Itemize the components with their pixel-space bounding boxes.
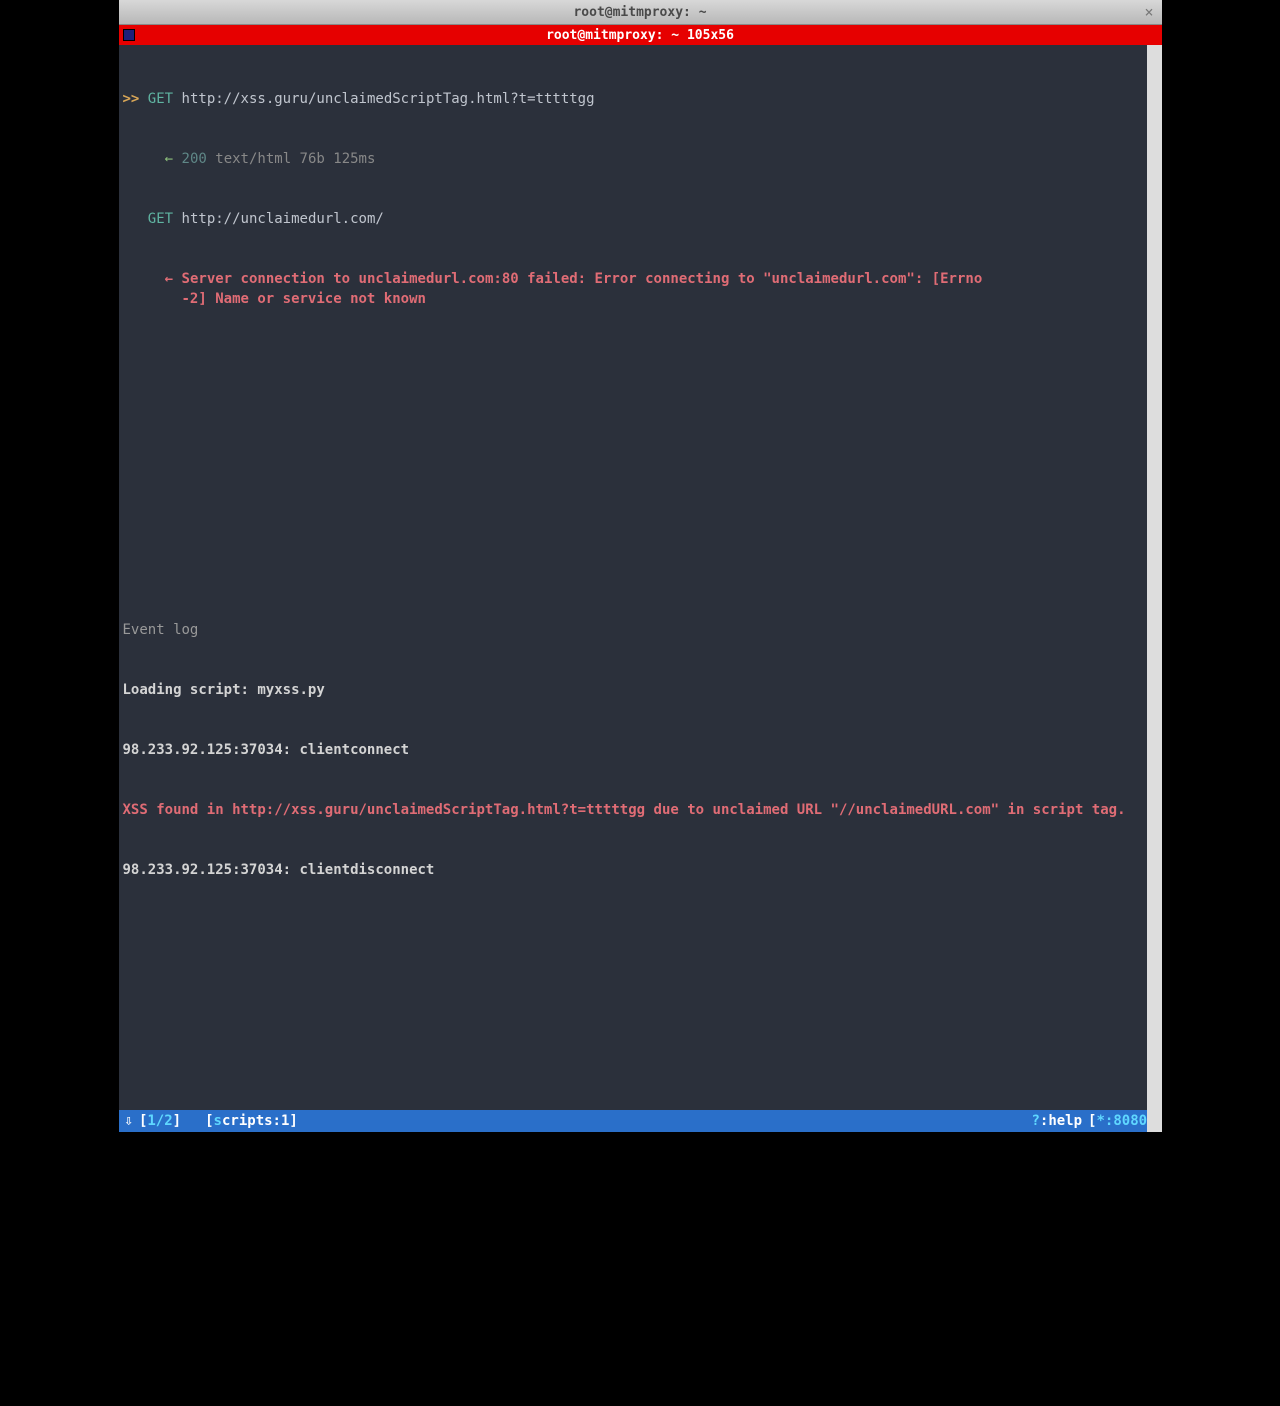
flow-cursor-icon: >>	[123, 91, 140, 107]
response-arrow-icon: ←	[165, 151, 173, 167]
close-icon[interactable]: ×	[1144, 3, 1153, 21]
flow-response-row: ← 200 text/html 76b 125ms	[123, 149, 1158, 169]
flow-row[interactable]: GET http://unclaimedurl.com/	[123, 209, 1158, 229]
flow-list[interactable]: >> GET http://xss.guru/unclaimedScriptTa…	[119, 45, 1162, 353]
flow-error-row: ← Server connection to unclaimedurl.com:…	[123, 269, 1158, 309]
help-hint[interactable]: ?:help	[1031, 1111, 1082, 1131]
event-log-alert: XSS found in http://xss.guru/unclaimedSc…	[123, 800, 1158, 820]
terminal-app-icon	[123, 29, 135, 41]
error-arrow-icon: ←	[165, 271, 173, 287]
terminal-window: root@mitmproxy: ~ × root@mitmproxy: ~ 10…	[119, 0, 1162, 1132]
scrollbar-thumb[interactable]	[1147, 45, 1162, 1132]
status-code: 200	[182, 151, 207, 167]
window-titlebar: root@mitmproxy: ~ ×	[119, 0, 1162, 25]
flow-row[interactable]: >> GET http://xss.guru/unclaimedScriptTa…	[123, 89, 1158, 109]
event-log-line: 98.233.92.125:37034: clientconnect	[123, 740, 1158, 760]
event-log-line: 98.233.92.125:37034: clientdisconnect	[123, 860, 1158, 880]
event-log-panel[interactable]: Event log Loading script: myxss.py 98.23…	[123, 580, 1158, 920]
scripts-indicator: [scripts:1]	[205, 1111, 298, 1131]
window-title: root@mitmproxy: ~	[573, 5, 706, 20]
event-log-header: Event log	[123, 620, 1158, 640]
flow-position: [1/2]	[139, 1111, 181, 1131]
error-message: Server connection to unclaimedurl.com:80…	[123, 271, 983, 307]
status-bar: ⇩ [1/2] [scripts:1] ?:help [*:8080]	[119, 1110, 1162, 1132]
event-log-line: Loading script: myxss.py	[123, 680, 1158, 700]
flow-cursor-icon	[123, 211, 140, 227]
terminal-tab-title: root@mitmproxy: ~ 105x56	[546, 28, 734, 43]
sort-arrow-icon: ⇩	[125, 1111, 133, 1131]
request-url: http://xss.guru/unclaimedScriptTag.html?…	[182, 91, 595, 107]
response-info: text/html 76b 125ms	[215, 151, 375, 167]
bind-address: [*:8080]	[1088, 1111, 1155, 1131]
terminal-tab-bar: root@mitmproxy: ~ 105x56	[119, 25, 1162, 45]
http-method: GET	[148, 91, 173, 107]
http-method: GET	[148, 211, 173, 227]
terminal-body[interactable]: >> GET http://xss.guru/unclaimedScriptTa…	[119, 45, 1162, 1132]
request-url: http://unclaimedurl.com/	[182, 211, 384, 227]
scrollbar[interactable]	[1147, 45, 1162, 1132]
